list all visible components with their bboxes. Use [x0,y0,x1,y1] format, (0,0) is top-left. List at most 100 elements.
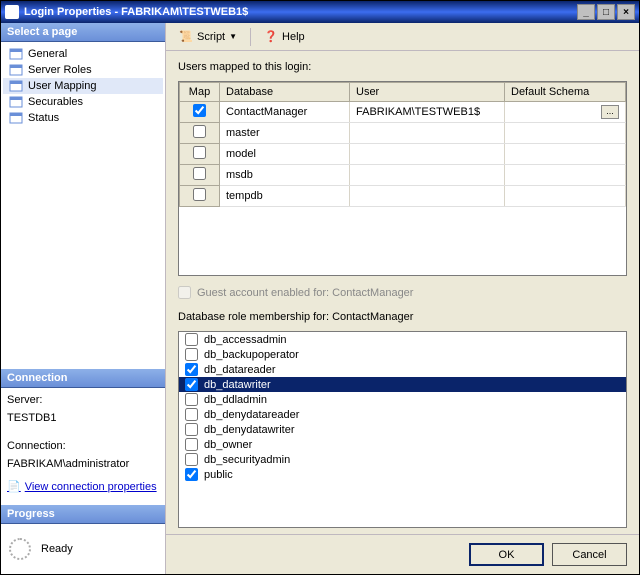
table-row[interactable]: model [180,144,626,165]
database-cell: model [220,144,350,165]
schema-cell: ... [505,102,626,123]
role-item[interactable]: db_datareader [179,362,626,377]
map-checkbox[interactable] [193,146,206,159]
progress-status: Ready [41,543,73,555]
database-cell: ContactManager [220,102,350,123]
role-checkbox[interactable] [185,408,198,421]
role-checkbox[interactable] [185,438,198,451]
role-name: db_backupoperator [204,349,299,361]
role-name: db_owner [204,439,252,451]
page-icon [9,48,23,60]
page-icon [9,96,23,108]
schema-cell [505,186,626,207]
users-mapped-label: Users mapped to this login: [178,61,627,73]
role-name: db_denydatawriter [204,424,295,436]
guest-account-checkbox: Guest account enabled for: ContactManage… [178,286,627,299]
page-label: Status [28,112,59,124]
map-checkbox[interactable] [193,167,206,180]
page-label: Server Roles [28,64,92,76]
table-row[interactable]: ContactManagerFABRIKAM\TESTWEB1$... [180,102,626,123]
titlebar: Login Properties - FABRIKAM\TESTWEB1$ _ … [1,1,639,23]
page-icon [9,80,23,92]
role-checkbox[interactable] [185,423,198,436]
role-checkbox[interactable] [185,453,198,466]
script-label: Script [197,31,225,43]
script-button[interactable]: 📜 Script ▼ [172,27,244,47]
role-item[interactable]: db_datawriter [179,377,626,392]
role-checkbox[interactable] [185,378,198,391]
schema-browse-button[interactable]: ... [601,105,619,119]
database-cell: msdb [220,165,350,186]
view-connection-properties-link[interactable]: 📄 View connection properties [7,480,157,493]
role-membership-label: Database role membership for: ContactMan… [178,311,627,323]
page-label: General [28,48,67,60]
role-name: db_ddladmin [204,394,267,406]
role-checkbox[interactable] [185,348,198,361]
page-item-securables[interactable]: Securables [3,94,163,110]
user-mapping-table[interactable]: Map Database User Default Schema Contact… [178,81,627,276]
map-checkbox[interactable] [193,104,206,117]
page-item-server-roles[interactable]: Server Roles [3,62,163,78]
role-item[interactable]: db_securityadmin [179,452,626,467]
role-item[interactable]: db_accessadmin [179,332,626,347]
role-item[interactable]: db_denydatareader [179,407,626,422]
help-icon: ❓ [264,30,278,44]
close-button[interactable]: × [617,4,635,20]
roles-listbox[interactable]: db_accessadmin db_backupoperatordb_datare… [178,331,627,528]
user-cell [350,123,505,144]
connection-value: FABRIKAM\administrator [7,458,159,470]
maximize-button[interactable]: □ [597,4,615,20]
page-label: User Mapping [28,80,96,92]
col-map[interactable]: Map [180,83,220,102]
role-name: public [204,469,233,481]
col-database[interactable]: Database [220,83,350,102]
page-icon [9,64,23,76]
table-row[interactable]: tempdb [180,186,626,207]
connection-header: Connection [1,369,165,388]
server-label: Server: [7,394,159,406]
role-item[interactable]: db_backupoperator [179,347,626,362]
role-checkbox[interactable] [185,333,198,346]
role-name: db_accessadmin [204,334,287,346]
table-row[interactable]: master [180,123,626,144]
minimize-button[interactable]: _ [577,4,595,20]
role-item[interactable]: public [179,467,626,482]
map-checkbox[interactable] [193,125,206,138]
map-checkbox[interactable] [193,188,206,201]
schema-cell [505,165,626,186]
role-checkbox[interactable] [185,393,198,406]
connection-label: Connection: [7,440,159,452]
col-schema[interactable]: Default Schema [505,83,626,102]
table-row[interactable]: msdb [180,165,626,186]
chevron-down-icon[interactable]: ▼ [229,32,237,41]
role-item[interactable]: db_denydatawriter [179,422,626,437]
toolbar-divider [250,28,251,46]
cancel-button[interactable]: Cancel [552,543,627,566]
ok-button[interactable]: OK [469,543,544,566]
user-cell [350,144,505,165]
help-button[interactable]: ❓ Help [257,27,312,47]
role-item[interactable]: db_ddladmin [179,392,626,407]
user-cell: FABRIKAM\TESTWEB1$ [350,102,505,123]
role-item[interactable]: db_owner [179,437,626,452]
role-name: db_securityadmin [204,454,290,466]
database-cell: tempdb [220,186,350,207]
database-cell: master [220,123,350,144]
col-user[interactable]: User [350,83,505,102]
role-checkbox[interactable] [185,468,198,481]
page-label: Securables [28,96,83,108]
schema-cell [505,123,626,144]
role-name: db_denydatareader [204,409,299,421]
page-item-user-mapping[interactable]: User Mapping [3,78,163,94]
page-icon [9,112,23,124]
role-checkbox[interactable] [185,363,198,376]
page-item-status[interactable]: Status [3,110,163,126]
help-label: Help [282,31,305,43]
page-item-general[interactable]: General [3,46,163,62]
select-page-header: Select a page [1,23,165,42]
app-icon [5,5,19,19]
server-value: TESTDB1 [7,412,159,424]
user-cell [350,165,505,186]
properties-icon: 📄 [7,480,21,493]
user-cell [350,186,505,207]
